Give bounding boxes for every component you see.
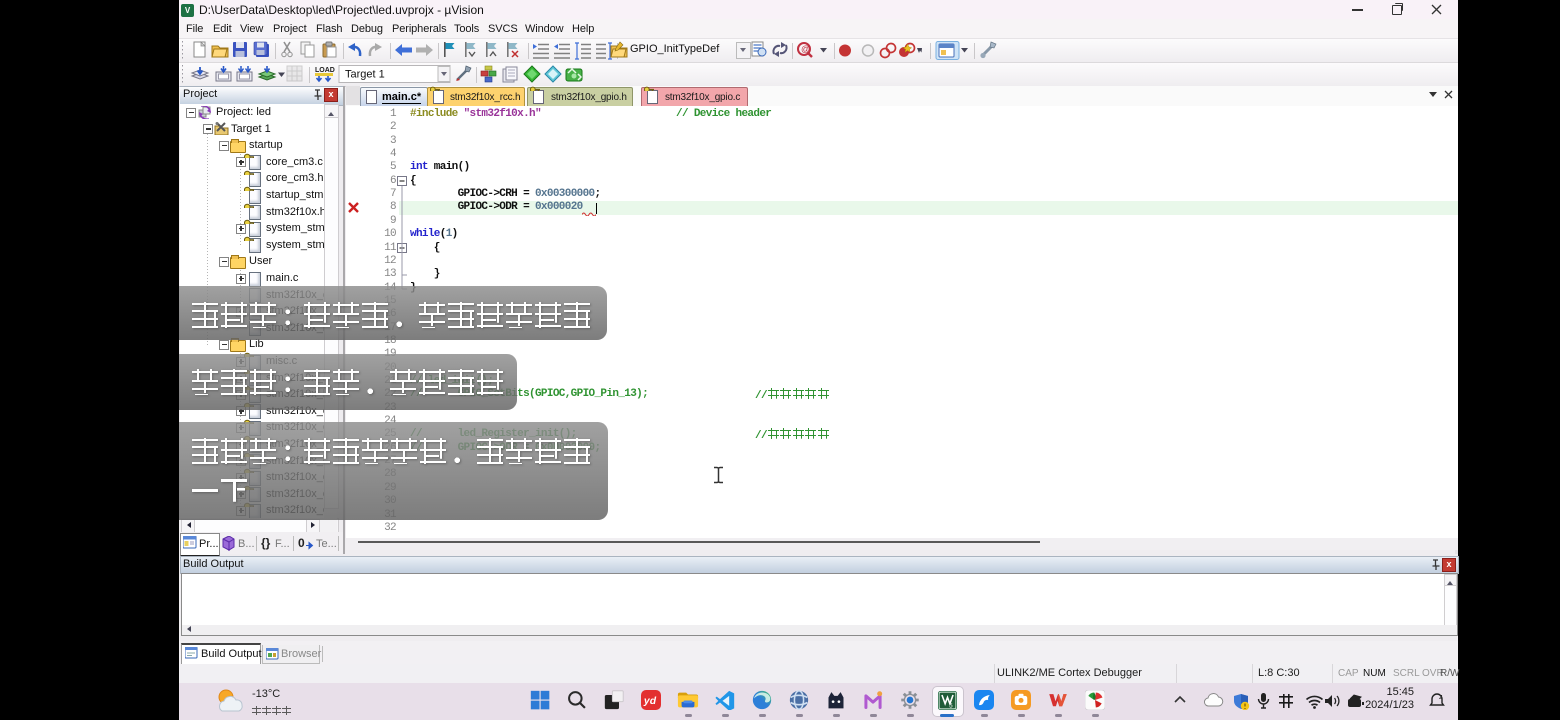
svg-text:Target 1: Target 1	[345, 69, 385, 81]
svg-text:z: z	[1439, 694, 1443, 701]
svg-text:yd: yd	[643, 696, 657, 707]
svg-text:5: 5	[949, 703, 953, 710]
svg-text:@: @	[801, 44, 810, 54]
